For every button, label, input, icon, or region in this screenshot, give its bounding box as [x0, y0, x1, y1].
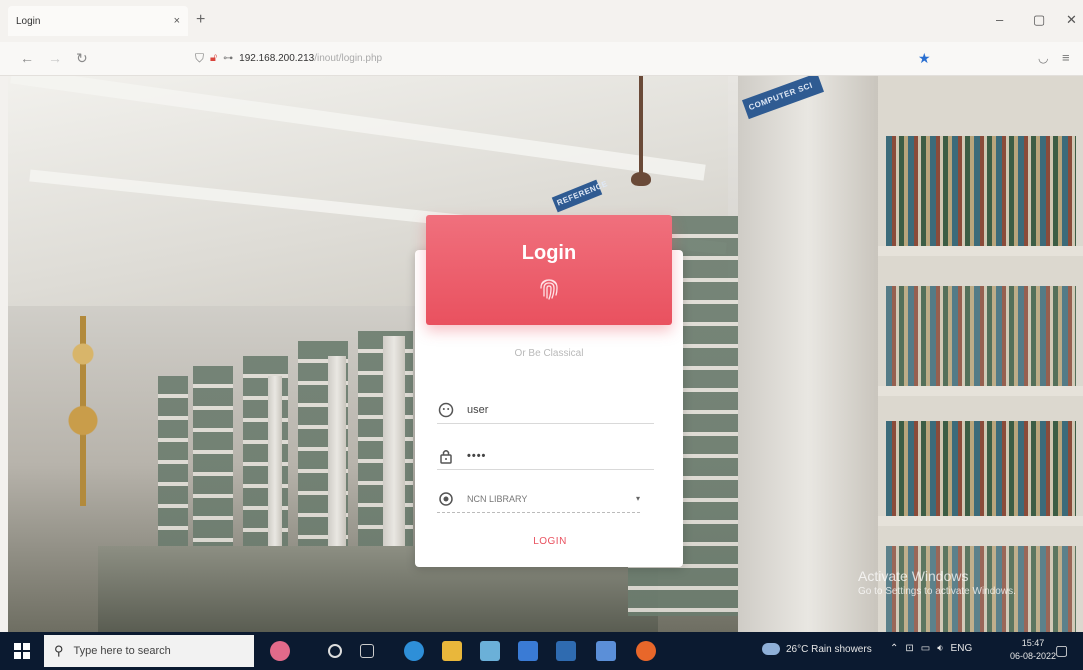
dropdown-caret-icon[interactable]: ▾: [636, 494, 640, 503]
weather-widget[interactable]: 26°C Rain showers: [762, 643, 872, 655]
back-icon[interactable]: ←: [20, 50, 34, 66]
shield-icon[interactable]: ⛉: [195, 51, 204, 66]
notification-icon[interactable]: ▢: [1055, 642, 1068, 659]
right-bookcase: [878, 76, 1083, 632]
cortana-icon[interactable]: [328, 644, 342, 658]
books-row: [886, 136, 1076, 246]
alt-login-text: Or Be Classical: [514, 348, 584, 359]
browser-nav-bar: ← → ↻ ⛉ 🔓︎ ⊶ 192.168.200.213/inout/login…: [0, 42, 1083, 76]
pocket-icon[interactable]: ◡: [1038, 51, 1048, 65]
task-view-icon[interactable]: [360, 644, 374, 658]
battery-icon[interactable]: ▭: [921, 643, 930, 654]
location-icon: [437, 490, 455, 508]
weather-text: 26°C Rain showers: [786, 643, 872, 655]
login-card-header: Login: [426, 215, 672, 325]
shelf-board: [878, 516, 1083, 526]
windows-taskbar: ⚲ Type here to search 26°C Rain showers …: [0, 632, 1083, 670]
volume-icon[interactable]: 🔉︎: [937, 643, 943, 654]
file-explorer-icon[interactable]: [442, 641, 462, 661]
bookmark-star-icon[interactable]: ★: [918, 50, 931, 67]
watermark-line-1: Activate Windows: [858, 568, 969, 584]
new-tab-icon[interactable]: +: [196, 11, 205, 29]
restore-icon[interactable]: ▢: [1033, 12, 1045, 28]
ceiling-fan: [630, 76, 652, 186]
fingerprint-icon: [540, 279, 558, 300]
windows-start-icon[interactable]: [14, 643, 30, 659]
language-indicator[interactable]: ENG: [951, 643, 973, 654]
tab-title: Login: [16, 15, 41, 27]
tab-close-icon[interactable]: ×: [174, 15, 180, 27]
key-icon[interactable]: ⊶: [223, 53, 233, 64]
browser-tab[interactable]: Login ×: [8, 6, 188, 36]
large-pillar: [738, 76, 878, 632]
url-path: /inout/login.php: [314, 53, 383, 64]
face-icon: [437, 401, 455, 419]
shelf-board: [878, 246, 1083, 256]
username-field: [437, 396, 654, 424]
login-title: Login: [521, 242, 577, 264]
close-window-icon[interactable]: ✕: [1066, 12, 1077, 28]
books-row: [886, 286, 1076, 386]
system-tray: ⌃ ⊡ ▭ 🔉︎ ENG: [890, 643, 972, 654]
store-icon[interactable]: [518, 641, 538, 661]
address-bar[interactable]: ⛉ 🔓︎ ⊶ 192.168.200.213/inout/login.php: [195, 51, 382, 66]
forward-icon[interactable]: →: [48, 50, 62, 66]
library-select[interactable]: NCN LIBRARY: [467, 494, 632, 504]
taskbar-search-box[interactable]: ⚲ Type here to search: [44, 635, 254, 667]
clock-time: 15:47: [1021, 638, 1045, 648]
activate-windows-watermark: Activate Windows Go to Settings to activ…: [858, 568, 1016, 597]
shelf-board: [878, 386, 1083, 396]
username-input[interactable]: [467, 403, 654, 416]
search-highlight-icon[interactable]: [270, 641, 290, 661]
watermark-line-2: Go to Settings to activate Windows.: [858, 586, 1016, 597]
app-icon[interactable]: [480, 641, 500, 661]
password-field: ••••: [437, 442, 654, 470]
mail-icon[interactable]: [556, 641, 576, 661]
reload-icon[interactable]: ↻: [76, 50, 88, 67]
password-input[interactable]: ••••: [467, 450, 654, 462]
edge-icon[interactable]: [404, 641, 424, 661]
url-host: 192.168.200.213: [239, 53, 315, 64]
menu-icon[interactable]: ≡: [1062, 50, 1070, 65]
taskbar-search-placeholder: Type here to search: [73, 645, 171, 657]
clock-date: 06-08-2022: [1010, 651, 1057, 661]
login-button[interactable]: LOGIN: [500, 530, 600, 552]
minimize-icon[interactable]: –: [996, 12, 1003, 27]
brass-lamp: [63, 316, 103, 506]
lock-icon: [437, 447, 455, 465]
firefox-icon[interactable]: [636, 641, 656, 661]
library-select-field: NCN LIBRARY ▾: [437, 485, 640, 513]
browser-tab-bar: Login × + – ▢ ✕: [0, 0, 1083, 42]
search-icon: ⚲: [54, 643, 64, 658]
insecure-lock-icon[interactable]: 🔓︎: [210, 52, 217, 65]
network-icon[interactable]: ⊡: [905, 643, 913, 654]
photos-icon[interactable]: [596, 641, 616, 661]
chevron-up-icon[interactable]: ⌃: [890, 643, 898, 654]
taskbar-clock[interactable]: 15:47 06-08-2022: [1010, 637, 1056, 663]
books-row: [886, 421, 1076, 516]
rain-cloud-icon: [762, 643, 780, 655]
